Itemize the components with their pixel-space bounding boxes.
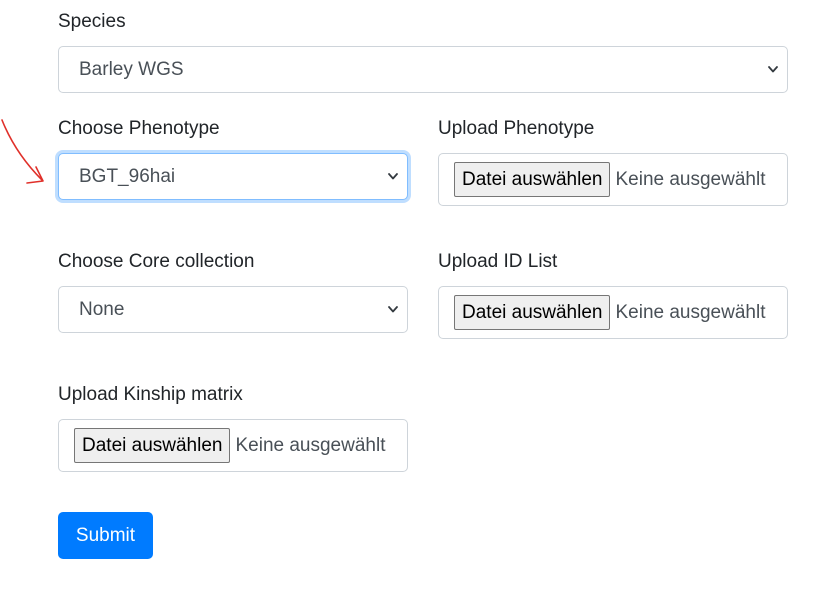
- phenotype-label: Choose Phenotype: [58, 118, 220, 139]
- core-collection-selected-value: None: [79, 298, 125, 320]
- upload-kinship-status: Keine ausgewählt: [235, 434, 386, 456]
- upload-phenotype-file-input[interactable]: Datei auswählen Keine ausgewählt: [438, 153, 788, 206]
- upload-phenotype-status: Keine ausgewählt: [615, 168, 766, 190]
- phenotype-select[interactable]: BGT_96hai: [58, 153, 408, 200]
- annotation-arrow-icon: [1, 119, 44, 184]
- core-collection-select[interactable]: None: [58, 286, 408, 333]
- species-label: Species: [58, 11, 126, 32]
- core-collection-label: Choose Core collection: [58, 251, 255, 272]
- upload-id-list-choose-file-button[interactable]: Datei auswählen: [454, 295, 611, 330]
- upload-kinship-choose-file-button[interactable]: Datei auswählen: [74, 428, 231, 463]
- submit-button[interactable]: Submit: [58, 512, 153, 559]
- upload-kinship-label: Upload Kinship matrix: [58, 384, 243, 405]
- species-selected-value: Barley WGS: [79, 58, 184, 80]
- chevron-down-icon: [388, 305, 398, 315]
- upload-kinship-file-input[interactable]: Datei auswählen Keine ausgewählt: [58, 419, 408, 472]
- phenotype-selected-value: BGT_96hai: [79, 165, 176, 187]
- upload-phenotype-label: Upload Phenotype: [438, 118, 595, 139]
- upload-id-list-label: Upload ID List: [438, 251, 558, 272]
- chevron-down-icon: [388, 172, 398, 182]
- upload-phenotype-choose-file-button[interactable]: Datei auswählen: [454, 162, 611, 197]
- upload-id-list-file-input[interactable]: Datei auswählen Keine ausgewählt: [438, 286, 788, 339]
- species-select[interactable]: Barley WGS: [58, 46, 788, 93]
- chevron-down-icon: [768, 65, 778, 75]
- upload-id-list-status: Keine ausgewählt: [615, 301, 766, 323]
